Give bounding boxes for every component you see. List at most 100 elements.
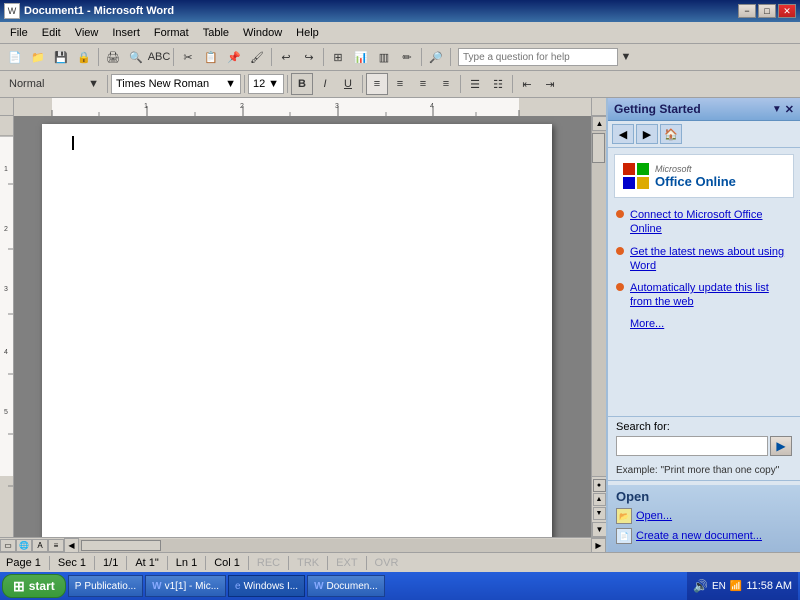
taskbar-item-3[interactable]: W Documen... — [307, 575, 385, 597]
hscroll-left[interactable]: ◀ — [64, 538, 79, 553]
sep4 — [323, 48, 324, 66]
ruler-corner[interactable] — [0, 98, 14, 116]
menu-insert[interactable]: Insert — [106, 25, 146, 41]
menu-table[interactable]: Table — [197, 25, 235, 41]
insert-table[interactable]: ⊞ — [327, 46, 349, 68]
zoom-btn[interactable]: 🔎 — [425, 46, 447, 68]
vscroll-thumb[interactable] — [592, 133, 605, 163]
hscroll-thumb[interactable] — [81, 540, 161, 551]
redo-button[interactable]: ↪ — [298, 46, 320, 68]
tray-icon-3: 📶 — [730, 581, 742, 592]
hscroll-right[interactable]: ▶ — [591, 538, 606, 553]
bold-button[interactable]: B — [291, 73, 313, 95]
vscroll-next-page[interactable]: ▼ — [593, 507, 606, 520]
numbering-btn[interactable]: ☷ — [487, 73, 509, 95]
panel-menu-btn[interactable]: ▼ — [772, 104, 782, 115]
open-file-icon: 📂 — [616, 508, 632, 524]
style-chevron: ▼ — [88, 78, 99, 90]
drawing-btn[interactable]: ✏ — [396, 46, 418, 68]
horizontal-scrollbar[interactable]: ▭ 🌐 A ≡ ◀ ▶ — [0, 537, 606, 552]
insert-excel[interactable]: 📊 — [350, 46, 372, 68]
permission-button[interactable]: 🔒 — [73, 46, 95, 68]
preview-button[interactable]: 🔍 — [125, 46, 147, 68]
status-rec: REC — [257, 557, 280, 569]
minimize-button[interactable]: − — [738, 4, 756, 18]
print-view-btn[interactable]: A — [32, 539, 48, 552]
help-dropdown[interactable]: ▼ — [619, 46, 633, 68]
columns-btn[interactable]: ▥ — [373, 46, 395, 68]
taskbar-item-1[interactable]: W v1[1] - Mic... — [145, 575, 226, 597]
align-left[interactable]: ≡ — [366, 73, 388, 95]
taskbar-system-tray: 🔊 EN 📶 11:58 AM — [687, 572, 798, 600]
justify[interactable]: ≡ — [435, 73, 457, 95]
menu-window[interactable]: Window — [237, 25, 288, 41]
font-size-dropdown[interactable]: 12 ▼ — [248, 74, 284, 94]
save-button[interactable]: 💾 — [50, 46, 72, 68]
start-button[interactable]: ⊞ start — [2, 574, 66, 598]
panel-search-input[interactable] — [616, 436, 768, 456]
document-scroll-area[interactable] — [14, 116, 591, 537]
getting-started-panel: Getting Started ▼ ✕ ◀ ▶ 🏠 Microsoft Offi… — [606, 98, 800, 552]
select-browse-object[interactable]: ● — [593, 479, 606, 492]
undo-button[interactable]: ↩ — [275, 46, 297, 68]
open-button[interactable]: 📁 — [27, 46, 49, 68]
panel-header-buttons: ▼ ✕ — [772, 103, 794, 116]
status-sec: Sec 1 — [58, 557, 86, 569]
vertical-scrollbar[interactable]: ▲ ● ▲ ▼ ▼ — [591, 116, 606, 537]
maximize-button[interactable]: □ — [758, 4, 776, 18]
panel-link-0[interactable]: Connect to Microsoft Office Online — [630, 208, 792, 237]
hscroll-track[interactable] — [79, 539, 591, 552]
cut-button[interactable]: ✂ — [177, 46, 199, 68]
menu-help[interactable]: Help — [290, 25, 325, 41]
panel-link-2[interactable]: Automatically update this list from the … — [630, 281, 792, 310]
web-view-btn[interactable]: 🌐 — [16, 539, 32, 552]
copy-button[interactable]: 📋 — [200, 46, 222, 68]
bullets-btn[interactable]: ☰ — [464, 73, 486, 95]
taskbar-item-0[interactable]: P Publicatio... — [68, 575, 143, 597]
format-painter[interactable]: 🖌 — [246, 46, 268, 68]
menu-file[interactable]: File — [4, 25, 34, 41]
vscroll-up[interactable]: ▲ — [592, 116, 606, 131]
menu-view[interactable]: View — [69, 25, 105, 41]
sep6 — [450, 48, 451, 66]
menu-format[interactable]: Format — [148, 25, 195, 41]
menu-edit[interactable]: Edit — [36, 25, 67, 41]
taskbar-label-3: Documen... — [327, 581, 378, 592]
doc-inner: 1 2 3 4 5 — [0, 116, 606, 537]
new-button[interactable]: 📄 — [4, 46, 26, 68]
more-link[interactable]: More... — [630, 318, 792, 330]
taskbar-item-2[interactable]: e Windows I... — [228, 575, 305, 597]
style-dropdown-btn[interactable]: Normal ▼ — [4, 73, 104, 95]
panel-close-btn[interactable]: ✕ — [785, 103, 794, 116]
start-icon: ⊞ — [13, 578, 25, 595]
vscroll-prev-page[interactable]: ▲ — [593, 493, 606, 506]
close-button[interactable]: ✕ — [778, 4, 796, 18]
vscroll-track[interactable] — [592, 131, 606, 476]
search-go-button[interactable]: ▶ — [770, 436, 792, 456]
outline-view-btn[interactable]: ≡ — [48, 539, 64, 552]
open-file-link[interactable]: Open... — [636, 510, 672, 522]
create-new-link[interactable]: Create a new document... — [636, 530, 762, 542]
help-input[interactable] — [458, 48, 618, 66]
decrease-indent[interactable]: ⇤ — [516, 73, 538, 95]
sep-f4 — [362, 75, 363, 93]
status-ovr: OVR — [375, 557, 399, 569]
increase-indent[interactable]: ⇥ — [539, 73, 561, 95]
panel-home-btn[interactable]: 🏠 — [660, 124, 682, 144]
status-bar: Page 1 Sec 1 1/1 At 1" Ln 1 Col 1 REC TR… — [0, 552, 800, 572]
align-right[interactable]: ≡ — [412, 73, 434, 95]
svg-text:4: 4 — [4, 349, 8, 356]
align-center[interactable]: ≡ — [389, 73, 411, 95]
normal-view-btn[interactable]: ▭ — [0, 539, 16, 552]
document-page[interactable] — [42, 124, 552, 537]
print-button[interactable]: 🖨 — [102, 46, 124, 68]
panel-forward-btn[interactable]: ▶ — [636, 124, 658, 144]
font-name-dropdown[interactable]: Times New Roman ▼ — [111, 74, 241, 94]
vscroll-down[interactable]: ▼ — [592, 522, 606, 537]
underline-button[interactable]: U — [337, 73, 359, 95]
italic-button[interactable]: I — [314, 73, 336, 95]
spell-button[interactable]: ABC — [148, 46, 170, 68]
panel-back-btn[interactable]: ◀ — [612, 124, 634, 144]
paste-button[interactable]: 📌 — [223, 46, 245, 68]
panel-link-1[interactable]: Get the latest news about using Word — [630, 245, 792, 274]
